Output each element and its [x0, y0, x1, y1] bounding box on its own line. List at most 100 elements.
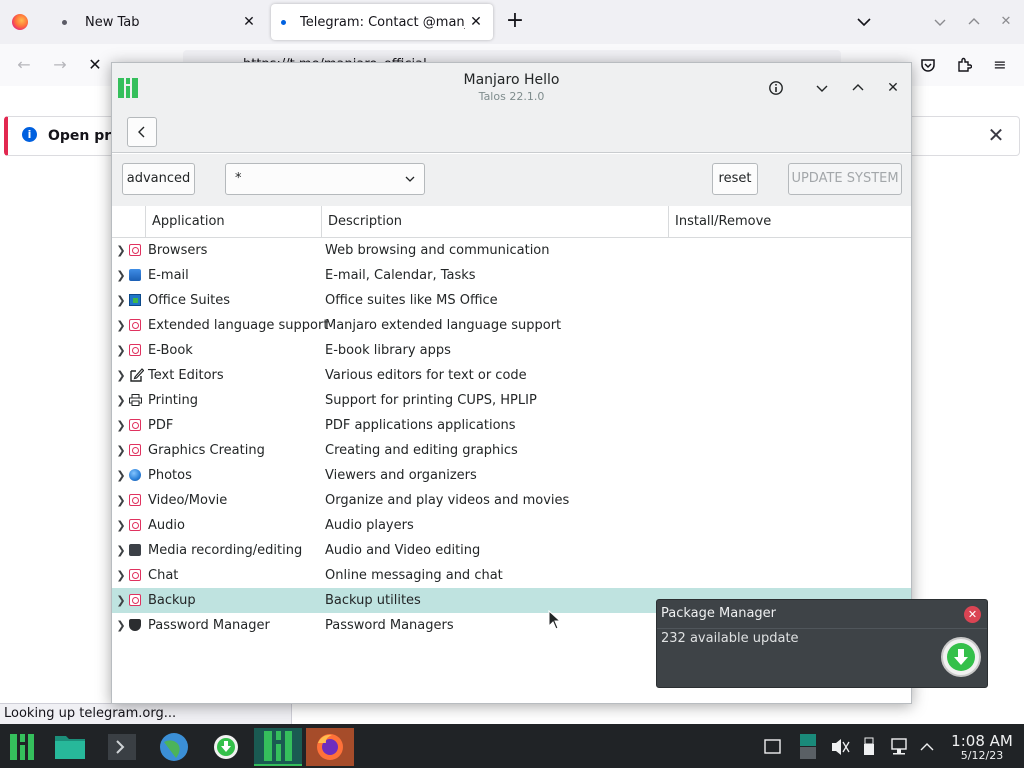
expand-chevron-icon[interactable]: ❯ — [115, 338, 127, 363]
software-update-icon[interactable] — [206, 728, 246, 766]
application-toolbar: advanced * reset UPDATE SYSTEM — [112, 154, 911, 206]
media-icon — [129, 544, 141, 556]
expand-chevron-icon[interactable]: ❯ — [115, 613, 127, 638]
new-tab-plus-icon[interactable]: + — [503, 10, 527, 34]
column-header-application[interactable]: Application — [145, 206, 322, 237]
expand-chevron-icon[interactable]: ❯ — [115, 388, 127, 413]
application-launcher-manjaro-icon[interactable] — [2, 728, 42, 766]
system-tray-expand-chevron-icon[interactable] — [916, 728, 938, 766]
category-name: Browsers — [148, 243, 208, 258]
category-name: Backup — [148, 593, 196, 608]
minimize-chevron-icon[interactable] — [811, 77, 833, 99]
update-system-button[interactable]: UPDATE SYSTEM — [788, 163, 902, 195]
expand-chevron-icon[interactable]: ❯ — [115, 513, 127, 538]
tab-label: New Tab — [85, 14, 140, 30]
expand-chevron-icon[interactable]: ❯ — [115, 463, 127, 488]
expand-chevron-icon[interactable]: ❯ — [115, 488, 127, 513]
forward-arrow-icon[interactable]: → — [47, 52, 73, 78]
minimize-chevron-icon[interactable] — [930, 12, 950, 32]
column-header-install-remove[interactable]: Install/Remove — [668, 206, 911, 237]
firefox-task-icon[interactable] — [306, 728, 354, 766]
edit-icon — [129, 367, 145, 383]
expand-chevron-icon[interactable]: ❯ — [115, 238, 127, 263]
clock-date[interactable]: 5/12/23 — [944, 749, 1020, 762]
table-row[interactable]: ❯ Office Suites Office suites like MS Of… — [112, 288, 911, 313]
category-filter-dropdown[interactable]: * — [225, 163, 425, 195]
expand-chevron-icon[interactable]: ❯ — [115, 588, 127, 613]
table-row[interactable]: ❯ Printing Support for printing CUPS, HP… — [112, 388, 911, 413]
window-close-icon[interactable]: ✕ — [996, 12, 1016, 32]
maximize-chevron-icon[interactable] — [964, 12, 984, 32]
extensions-puzzle-icon[interactable] — [951, 52, 977, 78]
hamburger-menu-icon[interactable]: ≡ — [987, 52, 1013, 78]
expand-chevron-icon[interactable]: ❯ — [115, 438, 127, 463]
expand-chevron-icon[interactable]: ❯ — [115, 538, 127, 563]
back-button[interactable] — [127, 117, 157, 147]
firefox-icon[interactable] — [12, 14, 28, 30]
terminal-icon[interactable] — [102, 728, 142, 766]
table-row[interactable]: ❯ Photos Viewers and organizers — [112, 463, 911, 488]
expand-chevron-icon[interactable]: ❯ — [115, 413, 127, 438]
infobar-close-icon[interactable]: ✕ — [985, 124, 1007, 146]
manjaro-hello-task-icon[interactable] — [254, 728, 302, 766]
pocket-icon[interactable] — [915, 52, 941, 78]
file-manager-folder-icon[interactable] — [50, 728, 90, 766]
tab-new-tab[interactable]: New Tab ✕ — [42, 4, 266, 40]
package-manager-notification[interactable]: Package Manager ✕ 232 available update — [656, 599, 988, 688]
category-name: Printing — [148, 393, 199, 408]
table-row[interactable]: ❯ Media recording/editing Audio and Vide… — [112, 538, 911, 563]
volume-muted-icon[interactable] — [829, 728, 851, 766]
back-arrow-icon[interactable]: ← — [11, 52, 37, 78]
table-row[interactable]: ❯ E-Book E-book library apps — [112, 338, 911, 363]
table-row[interactable]: ❯ E-mail E-mail, Calendar, Tasks — [112, 263, 911, 288]
expand-chevron-icon[interactable]: ❯ — [115, 288, 127, 313]
tab-telegram[interactable]: Telegram: Contact @manjaro_official ✕ — [271, 4, 493, 40]
expand-chevron-icon[interactable]: ❯ — [115, 313, 127, 338]
clock-time[interactable]: 1:08 AM — [944, 732, 1020, 750]
reset-button[interactable]: reset — [712, 163, 758, 195]
advanced-button[interactable]: advanced — [122, 163, 195, 195]
table-row[interactable]: ❯ Graphics Creating Creating and editing… — [112, 438, 911, 463]
category-description: Backup utilites — [325, 593, 421, 608]
category-description: Organize and play videos and movies — [325, 493, 570, 508]
download-update-icon[interactable] — [941, 637, 981, 677]
web-browser-globe-icon[interactable] — [154, 728, 194, 766]
network-wired-icon[interactable] — [888, 728, 910, 766]
stop-loading-icon[interactable]: ✕ — [82, 52, 108, 78]
expand-chevron-icon[interactable]: ❯ — [115, 563, 127, 588]
tab-close-icon[interactable]: ✕ — [467, 13, 485, 31]
chevron-down-icon — [402, 164, 418, 194]
category-name: E-Book — [148, 343, 193, 358]
info-icon: i — [22, 127, 37, 142]
usb-device-icon[interactable] — [860, 728, 878, 766]
expand-chevron-icon[interactable]: ❯ — [115, 363, 127, 388]
pager-workspace-icon[interactable] — [797, 728, 821, 766]
tab-dot-icon — [281, 19, 286, 25]
filter-value: * — [235, 171, 242, 186]
table-row[interactable]: ❯ Text Editors Various editors for text … — [112, 363, 911, 388]
list-all-tabs-chevron-icon[interactable] — [852, 10, 876, 34]
missing-image-icon — [129, 494, 141, 506]
show-desktop-icon[interactable] — [762, 728, 784, 766]
category-description: E-mail, Calendar, Tasks — [325, 268, 476, 283]
window-close-icon[interactable]: ✕ — [882, 77, 904, 99]
tab-close-icon[interactable]: ✕ — [240, 13, 258, 31]
column-header-description[interactable]: Description — [321, 206, 669, 237]
category-name: PDF — [148, 418, 174, 433]
table-row[interactable]: ❯ Browsers Web browsing and communicatio… — [112, 238, 911, 263]
expand-chevron-icon[interactable]: ❯ — [115, 263, 127, 288]
divider — [657, 628, 987, 629]
missing-image-icon — [129, 244, 141, 256]
table-row[interactable]: ❯ Audio Audio players — [112, 513, 911, 538]
mouse-cursor-icon — [548, 609, 562, 630]
category-name: Audio — [148, 518, 185, 533]
window-titlebar[interactable]: Manjaro Hello Talos 22.1.0 ✕ — [112, 63, 911, 111]
tab-dot-icon — [62, 19, 67, 25]
table-row[interactable]: ❯ Chat Online messaging and chat — [112, 563, 911, 588]
about-info-icon[interactable] — [765, 77, 787, 99]
table-row[interactable]: ❯ Video/Movie Organize and play videos a… — [112, 488, 911, 513]
maximize-chevron-icon[interactable] — [847, 77, 869, 99]
table-row[interactable]: ❯ Extended language support Manjaro exte… — [112, 313, 911, 338]
table-row[interactable]: ❯ PDF PDF applications applications — [112, 413, 911, 438]
notification-close-icon[interactable]: ✕ — [964, 606, 981, 623]
